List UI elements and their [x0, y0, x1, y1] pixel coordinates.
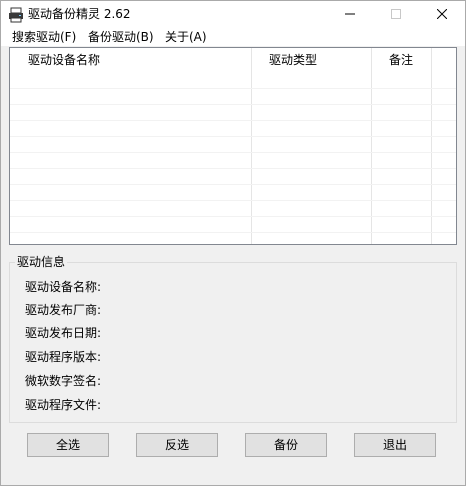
menu-bar: 搜索驱动(F) 备份驱动(B) 关于(A) — [1, 28, 465, 46]
main-window: 驱动备份精灵 2.62 搜索驱动(F) 备份驱动(B) 关于(A) 驱动设备名称… — [0, 0, 466, 486]
column-header-device-name[interactable]: 驱动设备名称 — [10, 48, 100, 72]
list-header: 驱动设备名称 驱动类型 备注 — [10, 48, 456, 72]
list-gridline — [10, 200, 456, 201]
list-gridline — [10, 184, 456, 185]
column-divider[interactable] — [251, 48, 252, 244]
column-divider[interactable] — [371, 48, 372, 244]
maximize-icon — [391, 8, 401, 22]
info-label-version: 驱动程序版本: — [25, 350, 102, 364]
exit-button[interactable]: 退出 — [354, 433, 436, 457]
list-gridline — [10, 120, 456, 121]
list-gridline — [10, 216, 456, 217]
minimize-icon — [345, 8, 355, 22]
info-label-signature: 微软数字签名: — [25, 374, 102, 388]
maximize-button[interactable] — [373, 1, 419, 29]
info-label-vendor: 驱动发布厂商: — [25, 303, 102, 317]
column-header-notes[interactable]: 备注 — [371, 48, 413, 72]
title-bar[interactable]: 驱动备份精灵 2.62 — [1, 1, 465, 29]
column-header-driver-type[interactable]: 驱动类型 — [251, 48, 317, 72]
select-all-button[interactable]: 全选 — [27, 433, 109, 457]
window-title: 驱动备份精灵 2.62 — [28, 7, 131, 21]
column-divider[interactable] — [431, 48, 432, 244]
list-gridline — [10, 152, 456, 153]
list-gridline — [10, 232, 456, 233]
list-gridline — [10, 168, 456, 169]
info-label-release-date: 驱动发布日期: — [25, 326, 102, 340]
invert-selection-button[interactable]: 反选 — [136, 433, 218, 457]
menu-backup-drivers[interactable]: 备份驱动(B) — [86, 29, 156, 45]
menu-about[interactable]: 关于(A) — [163, 29, 209, 45]
list-gridline — [10, 88, 456, 89]
close-icon — [436, 8, 448, 22]
driver-list[interactable]: 驱动设备名称 驱动类型 备注 — [9, 47, 457, 245]
driver-info-title: 驱动信息 — [15, 254, 68, 270]
menu-search-drivers[interactable]: 搜索驱动(F) — [10, 29, 78, 45]
printer-drive-icon — [8, 7, 24, 23]
minimize-button[interactable] — [327, 1, 373, 29]
info-label-device-name: 驱动设备名称: — [25, 280, 102, 294]
info-label-files: 驱动程序文件: — [25, 398, 102, 412]
list-gridline — [10, 136, 456, 137]
backup-button[interactable]: 备份 — [245, 433, 327, 457]
list-gridline — [10, 104, 456, 105]
close-button[interactable] — [419, 1, 465, 29]
